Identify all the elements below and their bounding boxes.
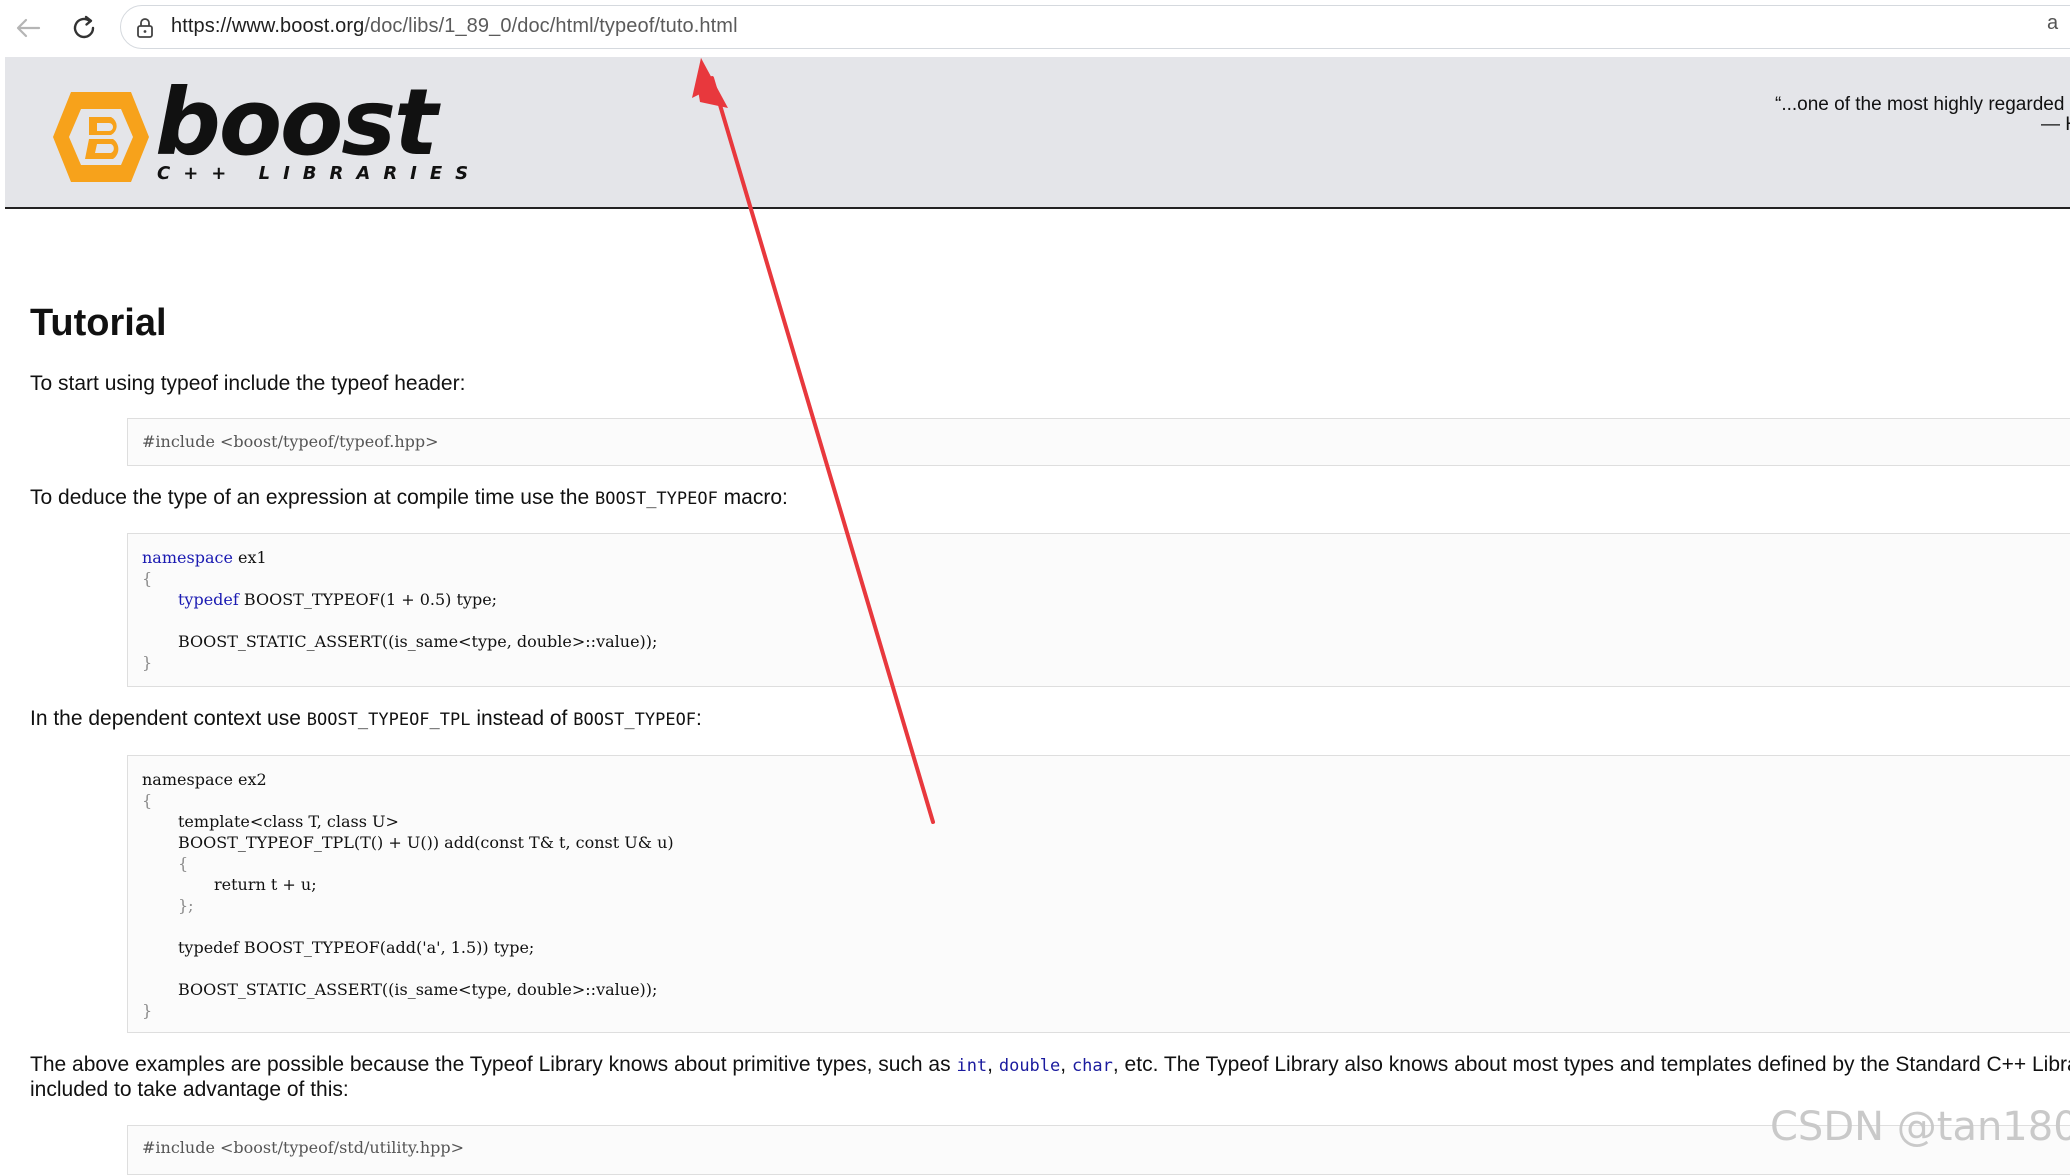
watermark: CSDN @tan180° [1770,1104,2070,1150]
paragraph-dependent: In the dependent context use BOOST_TYPEO… [30,707,702,731]
inline-code: BOOST_TYPEOF_TPL [306,710,471,730]
code-line: template<class T, class U> [178,812,399,831]
code-block-ex1: namespace ex1 { typedef BOOST_TYPEOF(1 +… [127,533,2070,687]
text-segment: macro: [717,486,788,509]
browser-toolbar: https://www.boost.org/doc/libs/1_89_0/do… [0,0,2070,57]
header-quote: “...one of the most highly regarded an [1775,94,2070,115]
link-double[interactable]: double [999,1056,1060,1076]
link-char[interactable]: char [1072,1056,1113,1076]
code-block-include: #include <boost/typeof/typeof.hpp> [127,418,2070,466]
page-title: Tutorial [30,302,167,344]
paragraph-deduce: To deduce the type of an expression at c… [30,486,788,510]
code-line: }; [178,896,194,915]
paragraph-primitive-types: The above examples are possible because … [30,1053,2070,1077]
code-line: namespace ex2 [142,770,267,789]
code-line: typedef BOOST_TYPEOF(add('a', 1.5)) type… [178,938,535,957]
back-button[interactable] [10,10,46,46]
code-block-ex2: namespace ex2 { template<class T, class … [127,755,2070,1033]
reload-button[interactable] [66,10,102,46]
code-line: { [142,569,153,588]
text-segment: instead of [470,707,574,730]
code-line: { [178,854,189,873]
header-quote-attribution: — He [2041,114,2070,135]
paragraph-primitive-types-line2: included to take advantage of this: [30,1078,349,1101]
logo-wordmark[interactable]: boost [155,77,438,169]
inline-code: BOOST_TYPEOF [573,710,697,730]
url-host: https://www.boost.org [171,15,365,37]
code-line: BOOST_STATIC_ASSERT((is_same<type, doubl… [178,632,658,651]
url-path: /doc/libs/1_89_0/doc/html/typeof/tuto.ht… [364,15,738,37]
inline-code: BOOST_TYPEOF [595,489,718,509]
code-line: BOOST_STATIC_ASSERT((is_same<type, doubl… [178,980,658,999]
site-header: boost C++ LIBRARIES “...one of the most … [5,57,2070,209]
text-segment: , etc. The Typeof Library also knows abo… [1112,1053,2070,1076]
link-int[interactable]: int [956,1056,987,1076]
code-line: namespace ex1 [142,548,267,567]
reload-icon [73,15,95,39]
code-line: { [142,791,153,810]
read-aloud-icon[interactable]: a [2047,12,2058,35]
code-line: #include <boost/typeof/typeof.hpp> [142,432,439,451]
boost-logo-icon[interactable] [41,87,151,187]
text-segment: In the dependent context use [30,707,307,730]
code-line: typedef BOOST_TYPEOF(1 + 0.5) type; [178,590,498,609]
text-segment: : [696,707,702,730]
lock-icon[interactable] [135,17,155,39]
code-line: #include <boost/typeof/std/utility.hpp> [142,1138,465,1157]
text-segment: The above examples are possible because … [30,1053,957,1076]
code-line: BOOST_TYPEOF_TPL(T() + U()) add(const T&… [178,833,674,852]
code-line: } [142,1001,153,1020]
text-segment: To deduce the type of an expression at c… [30,486,596,509]
address-bar[interactable]: https://www.boost.org/doc/libs/1_89_0/do… [120,5,2070,49]
code-line: return t + u; [214,875,317,894]
url-text[interactable]: https://www.boost.org/doc/libs/1_89_0/do… [171,15,738,38]
logo-subtitle: C++ LIBRARIES [157,163,482,184]
paragraph-intro: To start using typeof include the typeof… [30,372,466,395]
arrow-left-icon [16,18,41,38]
code-line: } [142,653,153,672]
